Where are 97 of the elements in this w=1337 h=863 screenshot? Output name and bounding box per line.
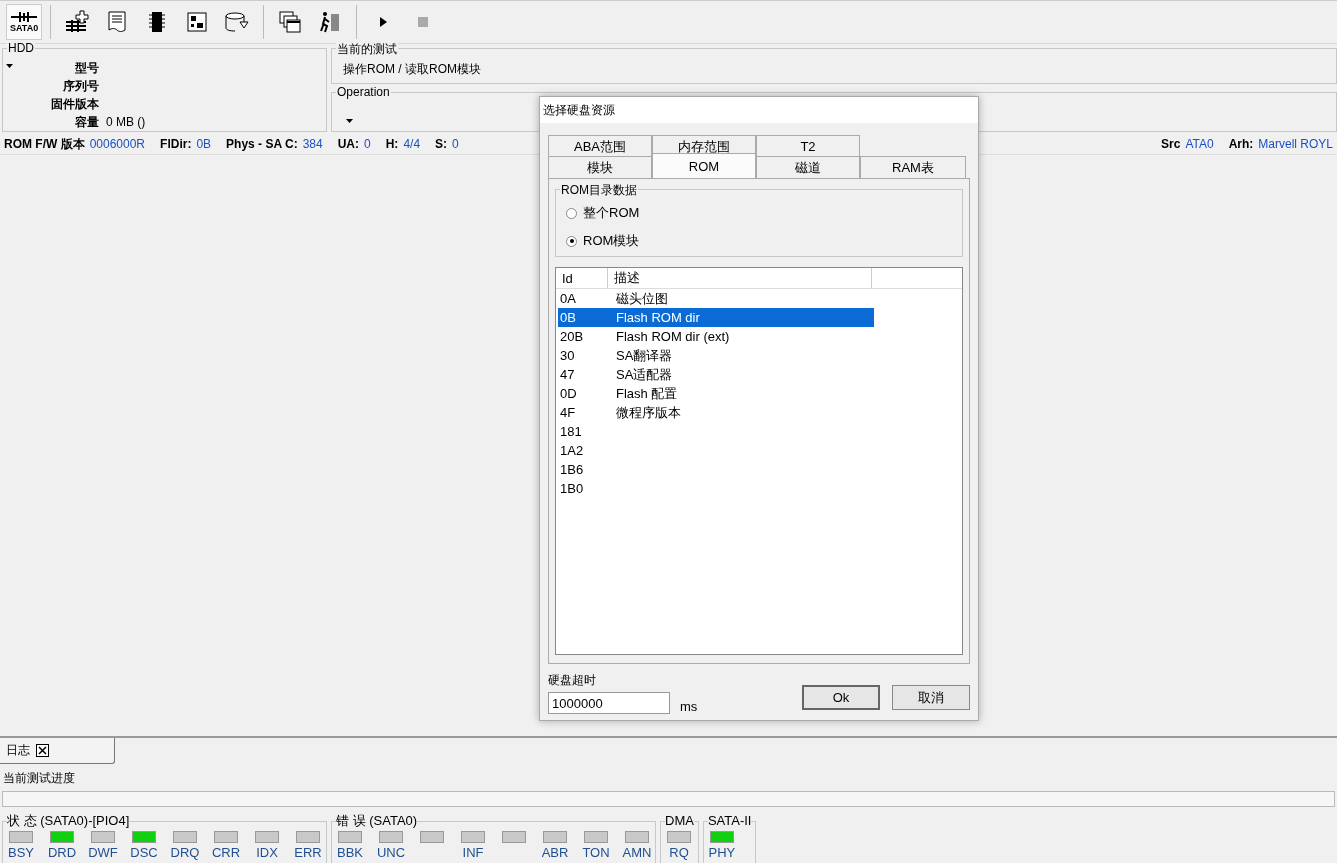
led-label: UNC — [376, 845, 406, 860]
led-label: AMN — [622, 845, 652, 860]
led-label: DRQ — [170, 845, 200, 860]
row-description: Flash 配置 — [616, 384, 678, 403]
led-label: TON — [582, 845, 610, 860]
info-label: Src — [1161, 137, 1181, 151]
dialog-title: 选择硬盘资源 — [540, 97, 978, 123]
info-value: 0B — [196, 137, 212, 151]
field-value: 0 MB () — [106, 115, 146, 129]
group-title: 错 误 (SATA0) — [336, 813, 418, 829]
list-row[interactable]: 1A2 — [558, 441, 874, 460]
close-icon[interactable] — [36, 744, 49, 757]
port-button[interactable]: SATA0 — [6, 4, 43, 40]
field-label: 序列号 — [62, 77, 99, 95]
unit-label: ms — [680, 699, 698, 714]
info-label: H: — [385, 137, 399, 151]
tab[interactable]: 磁道 — [756, 156, 860, 179]
led-label: ERR — [294, 845, 322, 860]
info-value: ATA0 — [1185, 137, 1214, 151]
led-label: DRD — [47, 845, 77, 860]
led-label: RQ — [669, 845, 689, 860]
progress-label: 当前测试进度 — [2, 770, 76, 787]
list-row[interactable]: 4F 微程序版本 — [558, 403, 874, 422]
list-row[interactable]: 30 SA翻译器 — [558, 346, 874, 365]
current-test-value: 操作ROM / 读取ROM模块 — [343, 62, 481, 76]
dialog-button[interactable]: Ok — [802, 685, 880, 710]
info-value: 0 — [364, 137, 371, 151]
row-id: 0B — [559, 310, 577, 325]
row-id: 30 — [559, 348, 576, 363]
field-label: 固件版本 — [50, 95, 99, 113]
led-label: ABR — [541, 845, 569, 860]
led-label: DWF — [88, 845, 118, 860]
tab[interactable]: 模块 — [548, 156, 652, 179]
list-row[interactable]: 1B0 — [558, 479, 874, 498]
row-id: 1A2 — [559, 443, 585, 458]
row-id: 1B0 — [559, 481, 585, 496]
list-row[interactable]: 181 — [558, 422, 874, 441]
field-label: 型号 — [74, 59, 99, 77]
led-label: PHY — [708, 845, 736, 860]
row-id: 181 — [559, 424, 583, 439]
row-description: 磁头位图 — [616, 289, 668, 308]
row-id: 0A — [559, 291, 577, 306]
panel-title: HDD — [7, 41, 35, 55]
info-value: 0 — [452, 137, 459, 151]
tab[interactable]: T2 — [756, 135, 860, 157]
tab[interactable]: RAM表 — [860, 156, 966, 179]
column-header[interactable]: 描述 — [608, 268, 872, 288]
tab[interactable]: ABA范围 — [548, 135, 652, 157]
tab-label: 日志 — [6, 742, 30, 759]
list-row[interactable]: 20B Flash ROM dir (ext) — [558, 327, 874, 346]
list-row[interactable]: 47 SA适配器 — [558, 365, 874, 384]
info-label: ROM F/W 版本 — [4, 135, 85, 153]
led-label: IDX — [256, 845, 278, 860]
row-id: 0D — [559, 386, 578, 401]
info-label: Phys - SA C: — [226, 137, 298, 151]
led-label: DSC — [130, 845, 158, 860]
row-description: SA翻译器 — [616, 346, 673, 365]
led-label: BBK — [337, 845, 363, 860]
timeout-field[interactable]: 1000000 — [548, 692, 670, 714]
info-label: S: — [435, 137, 448, 151]
led-label: INF — [462, 845, 484, 860]
row-id: 1B6 — [559, 462, 585, 477]
row-id: 4F — [559, 405, 577, 420]
radio-option[interactable]: 整个ROM — [566, 204, 952, 222]
row-description: Flash ROM dir — [616, 310, 700, 325]
row-description: SA适配器 — [616, 365, 673, 384]
info-value: 4/4 — [403, 137, 421, 151]
row-description: Flash ROM dir (ext) — [616, 329, 730, 344]
dialog-button[interactable]: 取消 — [892, 685, 970, 710]
row-id: 20B — [559, 329, 585, 344]
info-label: FlDir: — [160, 137, 192, 151]
panel-title: Operation — [336, 85, 391, 99]
list-row[interactable]: 0B Flash ROM dir — [558, 308, 874, 327]
panel-title: 当前的测试 — [336, 41, 398, 58]
radio-option[interactable]: ROM模块 — [566, 232, 952, 250]
led-label: CRR — [211, 845, 241, 860]
info-value: Marvell ROYL — [1258, 137, 1333, 151]
group-title: ROM目录数据 — [560, 182, 638, 199]
dropdown-arrow-icon[interactable] — [346, 119, 353, 123]
dropdown-arrow-icon[interactable] — [6, 64, 13, 68]
list-row[interactable]: 0A 磁头位图 — [558, 289, 874, 308]
list-row[interactable]: 1B6 — [558, 460, 874, 479]
info-label: UA: — [337, 137, 359, 151]
group-title: 状 态 (SATA0)-[PIO4] — [7, 813, 130, 829]
info-label: Arh: — [1228, 137, 1254, 151]
timeout-label: 硬盘超时 — [548, 672, 597, 689]
connector-icon — [11, 11, 38, 23]
list-row[interactable]: 0D Flash 配置 — [558, 384, 874, 403]
info-value: 0006000R — [89, 137, 146, 151]
row-description: 微程序版本 — [616, 403, 681, 422]
field-label: 容量 — [74, 113, 99, 131]
led-label: BSY — [8, 845, 34, 860]
info-value: 384 — [302, 137, 323, 151]
log-tab[interactable]: 日志 — [0, 738, 115, 764]
tab[interactable]: ROM — [652, 153, 756, 178]
column-header[interactable]: Id — [556, 268, 608, 288]
row-id: 47 — [559, 367, 576, 382]
